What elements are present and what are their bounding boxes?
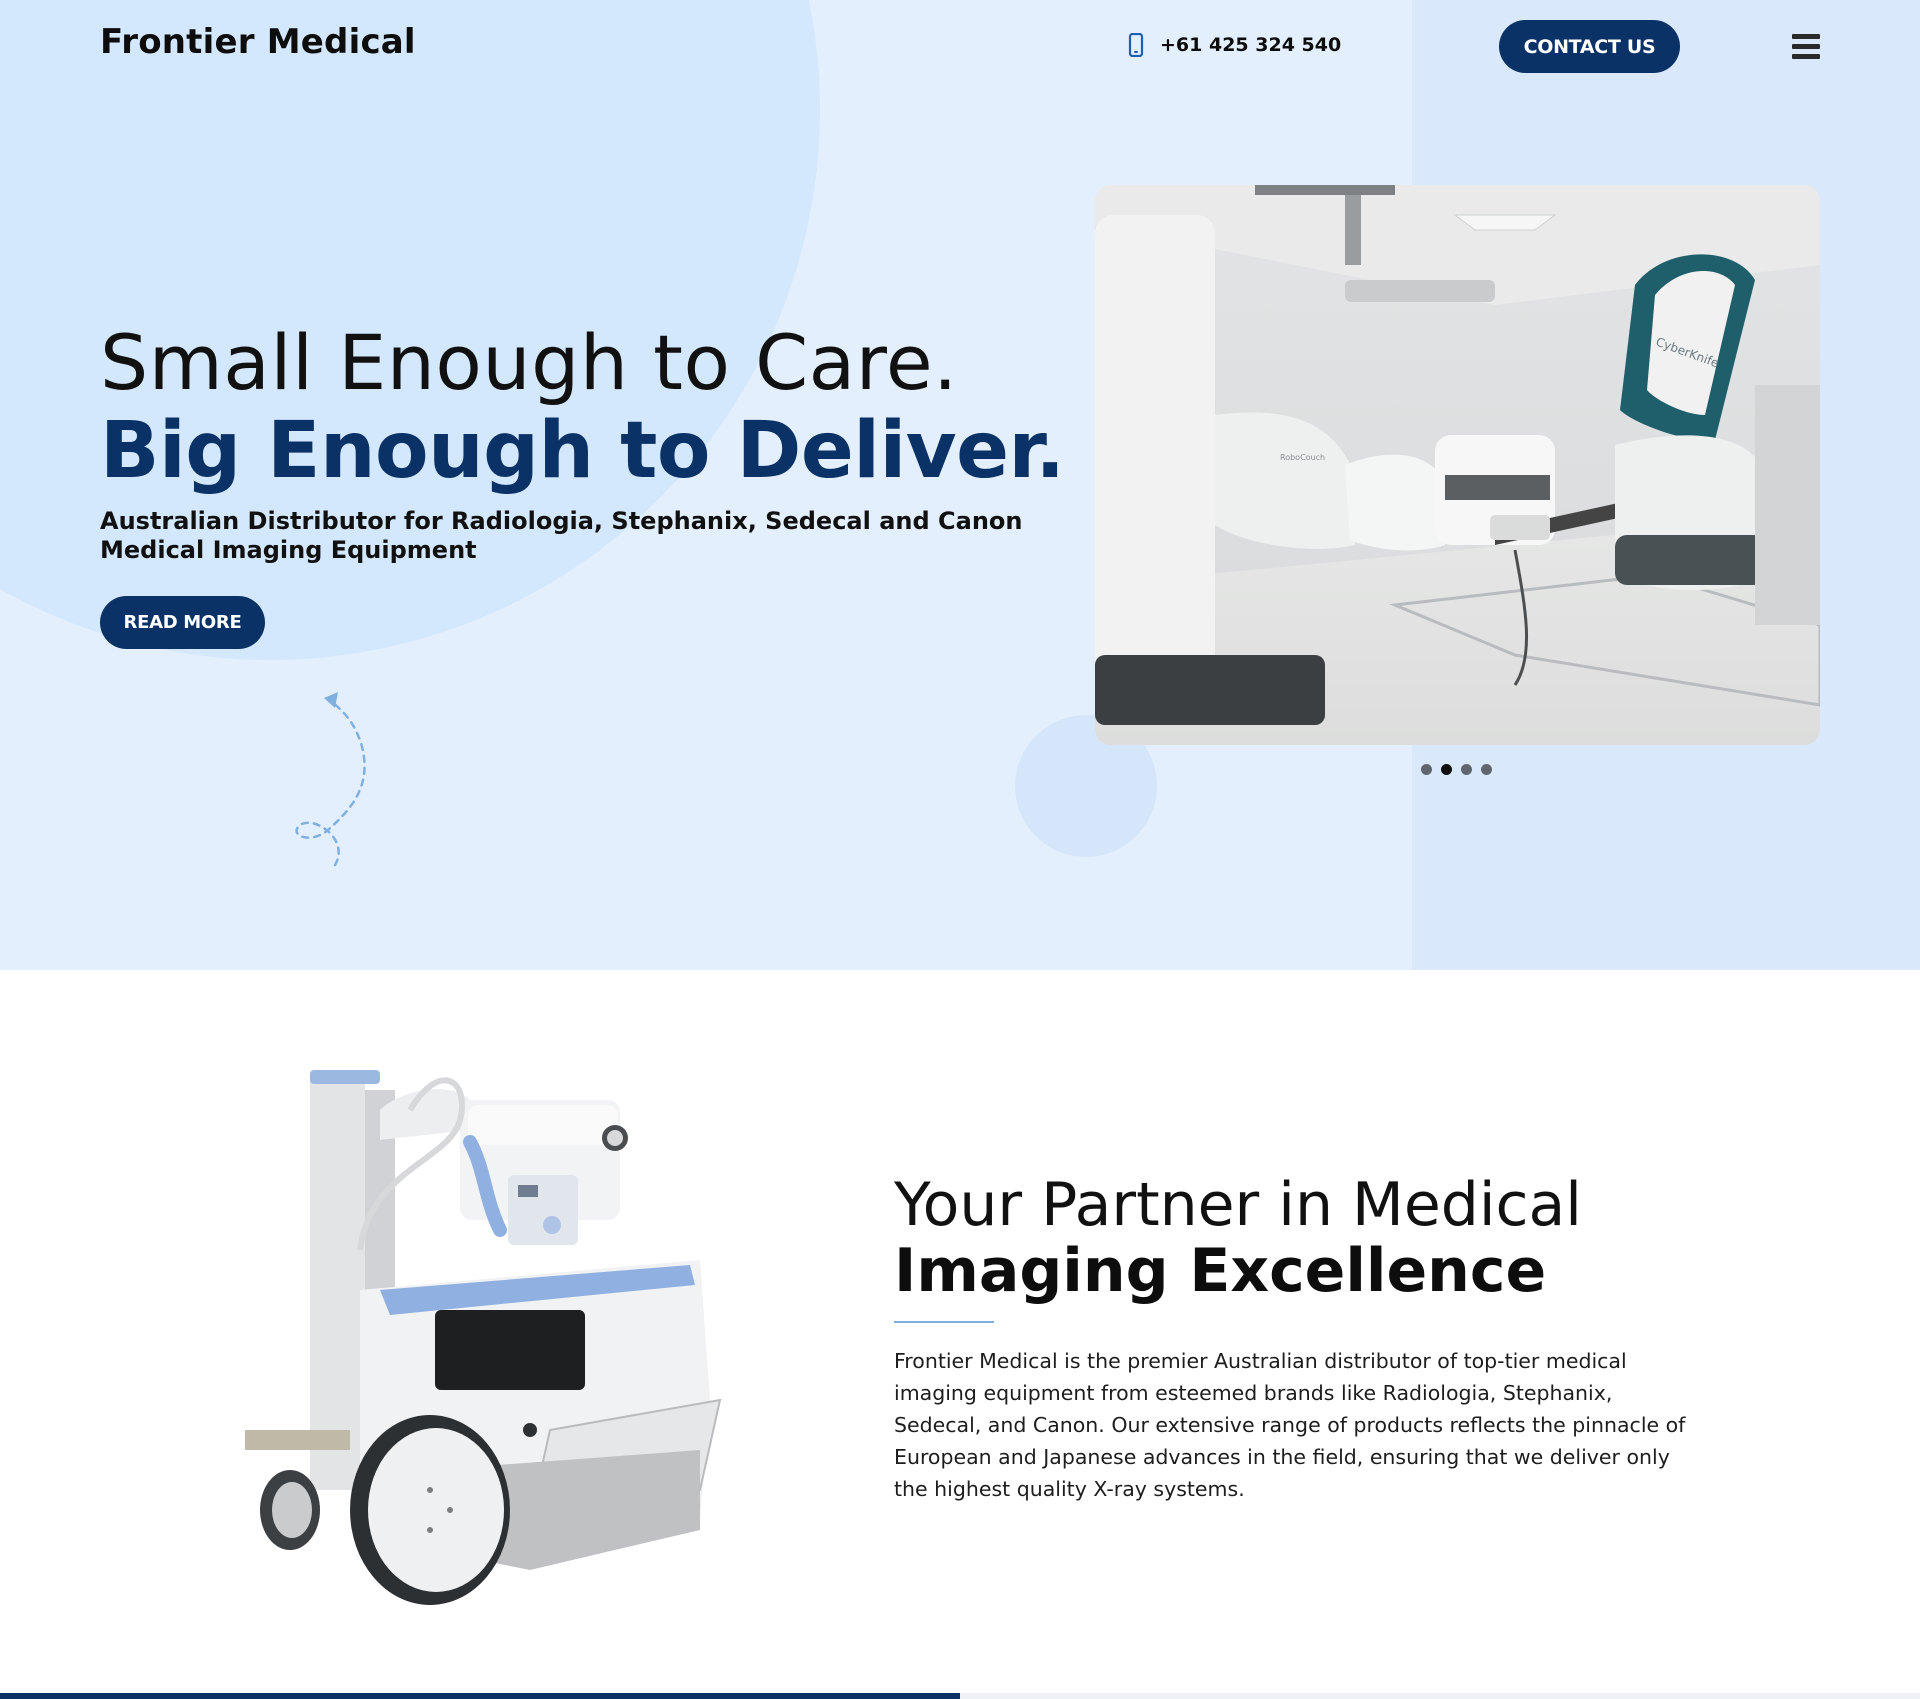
hero-subtitle: Australian Distributor for Radiologia, S… bbox=[100, 507, 1023, 564]
dashed-arrow-icon bbox=[295, 692, 366, 867]
about-divider bbox=[894, 1321, 994, 1323]
slider-dot[interactable] bbox=[1481, 764, 1492, 775]
hero-heading-line2: Big Enough to Deliver. bbox=[100, 406, 1065, 496]
slider-dots bbox=[1421, 764, 1492, 775]
read-more-button[interactable]: READ MORE bbox=[100, 596, 265, 649]
about-description: Frontier Medical is the premier Australi… bbox=[894, 1349, 1686, 1501]
mobile-xray-image bbox=[230, 1050, 750, 1620]
phone-number[interactable]: +61 425 324 540 bbox=[1160, 34, 1341, 56]
about-heading-bold: Imaging Excellence bbox=[894, 1236, 1547, 1306]
robocouch-label: RoboCouch bbox=[1280, 453, 1325, 462]
about-heading-light: Your Partner in Medical bbox=[894, 1170, 1582, 1240]
hero-heading-line1: Small Enough to Care. bbox=[100, 318, 958, 407]
slider-dot-active[interactable] bbox=[1441, 764, 1452, 775]
mobile-phone-icon bbox=[1128, 33, 1144, 57]
hero-section: Frontier Medical +61 425 324 540 CONTACT… bbox=[0, 0, 1920, 970]
slider-dot[interactable] bbox=[1421, 764, 1432, 775]
contact-us-button[interactable]: CONTACT US bbox=[1499, 20, 1680, 73]
brand-logo[interactable]: Frontier Medical bbox=[100, 22, 416, 62]
header-phone[interactable]: +61 425 324 540 bbox=[1128, 33, 1341, 57]
hamburger-menu-icon[interactable] bbox=[1792, 34, 1820, 64]
section-progress-bar bbox=[0, 1693, 960, 1699]
section-progress-track bbox=[960, 1693, 1920, 1699]
hero-slide-image: CyberKnife RoboCouch bbox=[1095, 185, 1820, 745]
slider-dot[interactable] bbox=[1461, 764, 1472, 775]
